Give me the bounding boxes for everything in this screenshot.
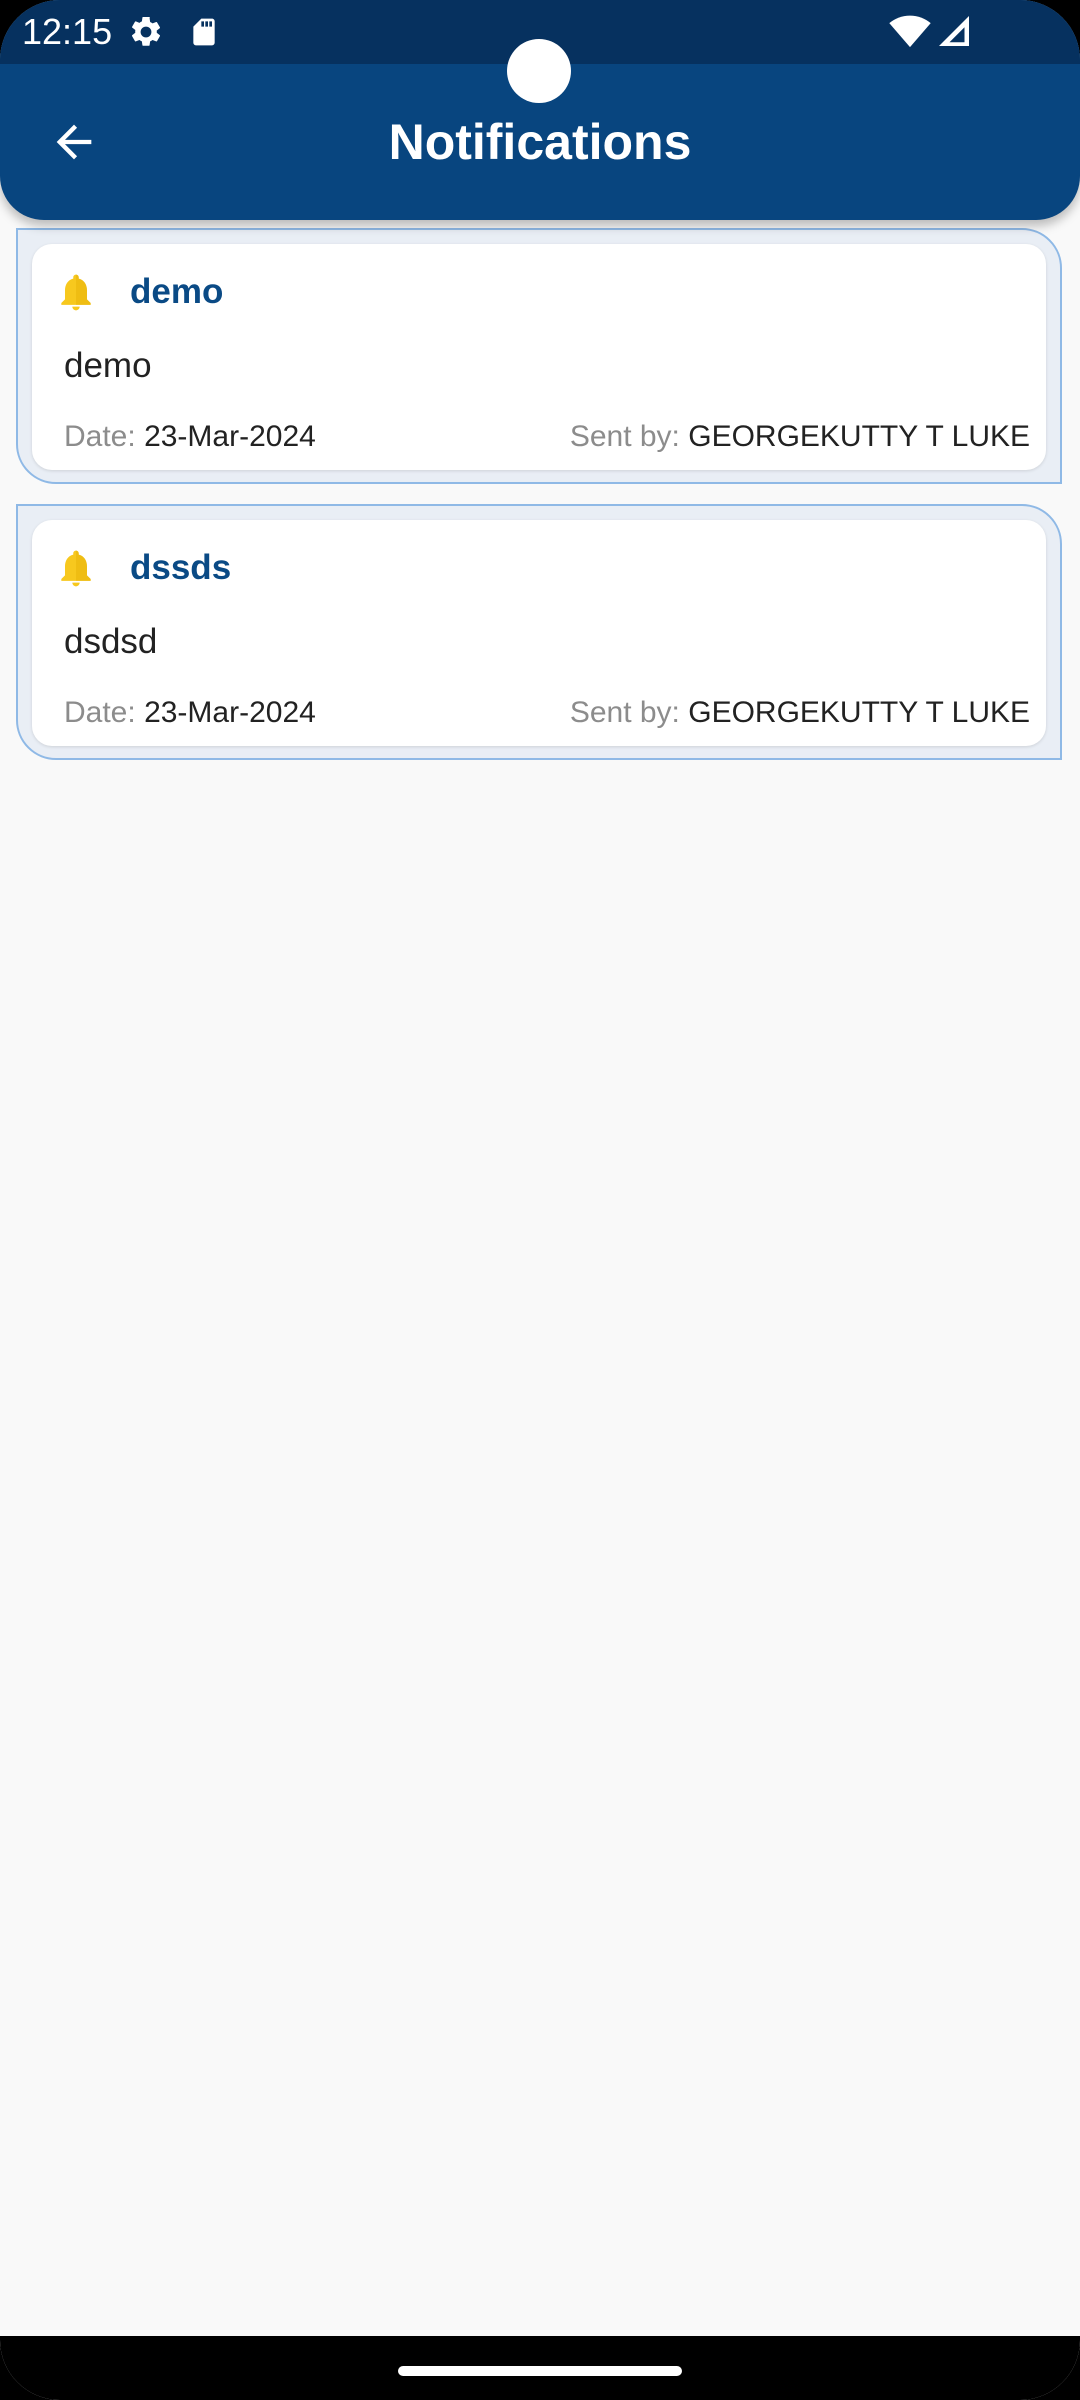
notification-card[interactable]: dssds dsdsd Date: 23-Mar-2024 Sent by: G… xyxy=(16,504,1062,760)
page-title: Notifications xyxy=(388,114,692,170)
notification-card[interactable]: demo demo Date: 23-Mar-2024 Sent by: GEO… xyxy=(16,228,1062,484)
camera-cutout xyxy=(507,39,571,103)
sd-card-icon xyxy=(188,14,220,55)
sent-by-label: Sent by: xyxy=(569,696,680,729)
signal-icon xyxy=(936,12,972,55)
notification-card-content: demo demo Date: 23-Mar-2024 Sent by: GEO… xyxy=(32,244,1046,470)
notification-body: dsdsd xyxy=(64,622,158,661)
sender-name: GEORGEKUTTY T LUKE xyxy=(688,696,1030,729)
notification-list: demo demo Date: 23-Mar-2024 Sent by: GEO… xyxy=(0,228,1080,780)
notification-date: Date: 23-Mar-2024 xyxy=(64,694,316,732)
system-navigation-bar xyxy=(0,2336,1080,2400)
notification-title: dssds xyxy=(130,548,232,587)
date-label: Date: xyxy=(64,696,136,729)
bell-icon xyxy=(54,270,98,314)
home-gesture-handle[interactable] xyxy=(398,2366,682,2376)
sender-name: GEORGEKUTTY T LUKE xyxy=(688,420,1030,453)
date-value: 23-Mar-2024 xyxy=(144,420,316,453)
gear-icon xyxy=(128,14,164,55)
notification-date: Date: 23-Mar-2024 xyxy=(64,418,316,456)
date-value: 23-Mar-2024 xyxy=(144,696,316,729)
notification-body: demo xyxy=(64,346,152,385)
notification-card-content: dssds dsdsd Date: 23-Mar-2024 Sent by: G… xyxy=(32,520,1046,746)
notification-sender: Sent by: GEORGEKUTTY T LUKE xyxy=(570,418,1030,456)
date-label: Date: xyxy=(64,420,136,453)
notification-sender: Sent by: GEORGEKUTTY T LUKE xyxy=(570,694,1030,732)
notification-title: demo xyxy=(130,272,224,311)
notifications-screen: Notifications 12:15 demo demo Date: 23-M… xyxy=(0,0,1080,2400)
status-time: 12:15 xyxy=(22,11,113,52)
sent-by-label: Sent by: xyxy=(569,420,680,453)
bell-icon xyxy=(54,546,98,590)
wifi-icon xyxy=(888,12,932,53)
